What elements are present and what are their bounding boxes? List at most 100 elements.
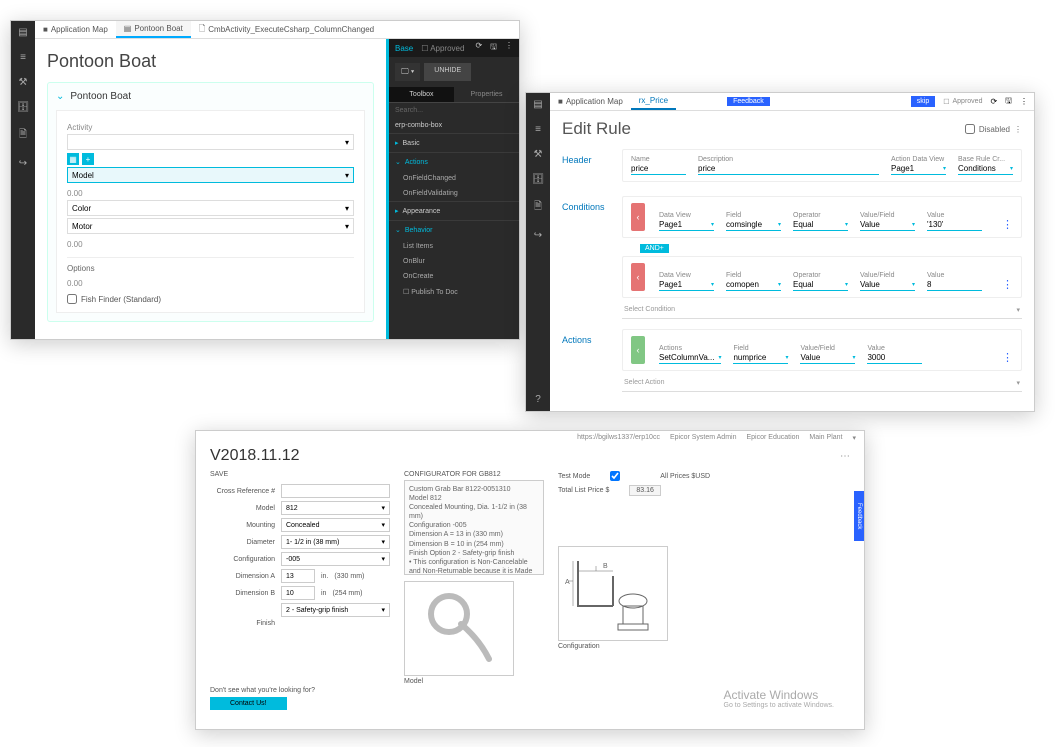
disabled-checkbox[interactable] <box>965 124 975 134</box>
cross-input[interactable] <box>281 484 390 498</box>
more-icon[interactable]: ⋮ <box>505 41 513 55</box>
cfg-text: Custom Grab Bar 8122-0051310 Model 812 C… <box>404 480 544 575</box>
home-icon[interactable]: ▤ <box>18 27 27 38</box>
approved-toggle[interactable]: ☐ Approved <box>943 98 982 106</box>
dima-input[interactable]: 13 <box>281 569 315 583</box>
chip-add[interactable]: ▦ <box>67 153 79 165</box>
dataview-select[interactable]: Page1▾ <box>659 219 714 231</box>
search-input[interactable]: Search... <box>389 103 519 118</box>
page-title: Edit Rule <box>562 119 631 139</box>
drag-handle[interactable]: ‹ <box>631 263 645 291</box>
item-onblur[interactable]: OnBlur <box>389 254 519 269</box>
field-select[interactable]: comsingle▾ <box>726 219 781 231</box>
export-icon[interactable]: ↪ <box>534 230 542 241</box>
state-approved[interactable]: ☐ Approved <box>421 44 464 53</box>
nav-icon[interactable]: ≡ <box>535 124 541 135</box>
skip-button[interactable]: skip <box>911 96 935 107</box>
chip-plus[interactable]: + <box>82 153 94 165</box>
doc-icon[interactable]: 🗎 <box>534 199 542 216</box>
diameter-select[interactable]: 1- 1/2 in (38 mm)▾ <box>281 535 390 549</box>
section-actions[interactable]: ⌄Actions <box>389 152 519 171</box>
state-base[interactable]: Base <box>395 44 413 53</box>
operator-select[interactable]: Equal▾ <box>793 219 848 231</box>
db-icon[interactable]: 🗄 <box>17 102 30 113</box>
value-input[interactable]: 3000 <box>867 352 922 364</box>
item-onfieldvalidating[interactable]: OnFieldValidating <box>389 186 519 201</box>
db-icon[interactable]: 🗄 <box>532 174 545 185</box>
baserule-select[interactable]: Conditions▾ <box>958 163 1013 175</box>
field-select[interactable]: numprice▾ <box>733 352 788 364</box>
doc-icon[interactable]: 🗎 <box>19 127 27 144</box>
tab-app-map[interactable]: ■ Application Map <box>35 21 116 38</box>
refresh-icon[interactable]: ⟳ <box>475 41 482 55</box>
tab-pontoon[interactable]: ▤ Pontoon Boat <box>116 21 191 38</box>
nav-icon[interactable]: ≡ <box>20 52 26 63</box>
help-icon[interactable]: ? <box>535 394 541 405</box>
more-icon[interactable]: ⋯ <box>840 451 850 462</box>
chevron-down-icon[interactable]: ⌄ <box>56 91 64 102</box>
actions-label: Actions <box>562 329 612 392</box>
action-select[interactable]: SetColumnVa...▾ <box>659 352 721 364</box>
config-select[interactable]: -005▾ <box>281 552 390 566</box>
url: https://bgilws1337/erp10cc <box>577 434 660 442</box>
save-icon[interactable]: 🖫 <box>1005 95 1012 109</box>
more-icon[interactable]: ⋮ <box>1014 125 1022 134</box>
feedback-tab[interactable]: Feedback <box>854 491 864 541</box>
drag-handle[interactable]: ‹ <box>631 203 645 231</box>
tool-icon[interactable]: ⚒ <box>534 149 543 160</box>
item-oncreate[interactable]: OnCreate <box>389 269 519 284</box>
motor-select[interactable]: Motor▾ <box>67 218 354 234</box>
panetab-toolbox[interactable]: Toolbox <box>389 87 454 102</box>
row-more-icon[interactable]: ⋮ <box>1002 218 1013 231</box>
section-behavior[interactable]: ⌄Behavior <box>389 220 519 239</box>
save-button[interactable]: SAVE <box>210 471 390 478</box>
model-select[interactable]: 812▾ <box>281 501 390 515</box>
tab-activity[interactable]: 🗋 CmbActivity_ExecuteCsharp_ColumnChange… <box>191 21 382 38</box>
color-select[interactable]: Color▾ <box>67 200 354 216</box>
section-basic[interactable]: ▸Basic <box>389 133 519 152</box>
save-icon[interactable]: 🖫 <box>490 41 497 55</box>
value-input[interactable]: 8 <box>927 279 982 291</box>
valuefield-select[interactable]: Value▾ <box>800 352 855 364</box>
and-button[interactable]: AND+ <box>640 244 669 253</box>
finish-select[interactable]: 2 - Safety-grip finish▾ <box>281 603 390 617</box>
model-select[interactable]: Model▾ <box>67 167 354 183</box>
device-button[interactable]: 🖵 ▾ <box>395 63 420 81</box>
desc-input[interactable]: price <box>698 163 879 175</box>
panetab-properties[interactable]: Properties <box>454 87 519 102</box>
value-input[interactable]: '130' <box>927 219 982 231</box>
home-icon[interactable]: ▤ <box>533 99 542 110</box>
item-onfieldchanged[interactable]: OnFieldChanged <box>389 171 519 186</box>
name-input[interactable]: price <box>631 163 686 175</box>
dataview-select[interactable]: Page1▾ <box>659 279 714 291</box>
valuefield-select[interactable]: Value▾ <box>860 279 915 291</box>
row-more-icon[interactable]: ⋮ <box>1002 351 1013 364</box>
tab-app-map[interactable]: ■ Application Map <box>550 93 631 110</box>
more-icon[interactable]: ⋮ <box>1020 97 1028 106</box>
contact-button[interactable]: Contact Us! <box>210 697 287 710</box>
dimb-input[interactable]: 10 <box>281 586 315 600</box>
item-listitems[interactable]: List Items <box>389 239 519 254</box>
refresh-icon[interactable]: ⟳ <box>990 97 997 106</box>
item-publish[interactable]: ☐ Publish To Doc <box>389 284 519 300</box>
export-icon[interactable]: ↪ <box>19 158 27 169</box>
activity-select[interactable]: ▾ <box>67 134 354 150</box>
section-appearance[interactable]: ▸Appearance <box>389 201 519 220</box>
valuefield-select[interactable]: Value▾ <box>860 219 915 231</box>
fish-checkbox[interactable] <box>67 294 77 304</box>
drag-handle[interactable]: ‹ <box>631 336 645 364</box>
field-select[interactable]: comopen▾ <box>726 279 781 291</box>
select-condition[interactable]: Select Condition <box>624 306 675 314</box>
row-more-icon[interactable]: ⋮ <box>1002 278 1013 291</box>
actionview-select[interactable]: Page1▾ <box>891 163 946 175</box>
plant: Main Plant <box>809 434 842 442</box>
tool-icon[interactable]: ⚒ <box>19 77 28 88</box>
unhide-button[interactable]: UNHIDE <box>424 63 471 81</box>
watermark: Activate Windows Go to Settings to activ… <box>724 688 835 709</box>
feedback-button[interactable]: Feedback <box>727 97 770 106</box>
operator-select[interactable]: Equal▾ <box>793 279 848 291</box>
mounting-select[interactable]: Concealed▾ <box>281 518 390 532</box>
select-action[interactable]: Select Action <box>624 379 664 387</box>
tab-price[interactable]: rx_Price <box>631 93 676 110</box>
test-mode-checkbox[interactable] <box>610 471 620 481</box>
